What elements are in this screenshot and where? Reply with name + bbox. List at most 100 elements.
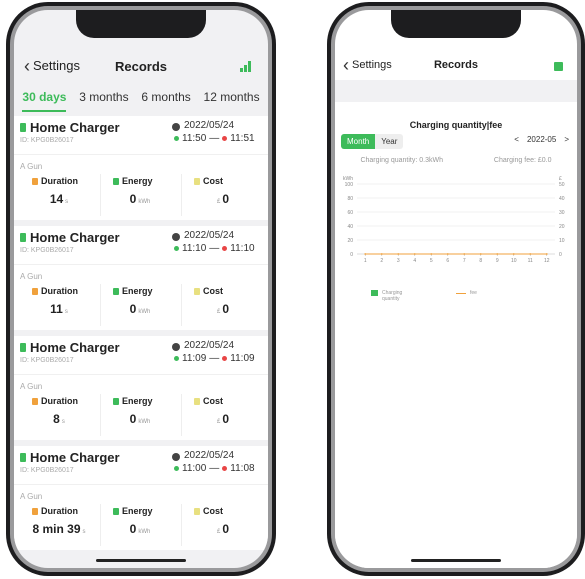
energy-number: 0 [129,522,137,536]
energy-stat: Energy 0 kWh [100,394,181,436]
next-month-button[interactable]: > [564,135,569,144]
period-tabs: 30 days 3 months 6 months 12 months [14,86,268,112]
tab-3-months[interactable]: 3 months [79,86,128,112]
charger-name: Home Charger [30,120,120,135]
energy-unit: kWh [138,529,151,535]
start-time: 11:09 [182,353,207,364]
x-tick-label: 1 [364,258,367,264]
cost-text: Cost [203,286,223,296]
grid-icon[interactable] [554,62,563,71]
selected-month: 2022-05 [526,135,557,144]
phone-right: ‹ Settings Records Charging quantity|fee… [327,2,585,576]
back-button[interactable]: ‹ Settings [24,57,80,75]
record-card[interactable]: Home Charger ID: KPG0B26017 2022/05/24 11:1… [14,226,268,330]
currency-symbol: £ [216,199,221,205]
y-left-tick-label: 0 [350,252,353,258]
bar-chart-icon[interactable] [240,61,252,72]
duration-text: Duration [41,396,78,406]
home-indicator[interactable] [96,559,186,562]
back-button[interactable]: ‹ Settings [343,55,392,75]
energy-text: Energy [122,396,153,406]
y-left-tick-label: 40 [347,224,353,230]
chart-legend: Charging quantity fee [371,290,504,302]
stats-row: Duration 11 s Energy 0 kWh Cost £0 [20,284,262,326]
charger-id: ID: KPG0B26017 [20,137,74,144]
energy-value: 0 kWh [101,302,181,316]
duration-number: 11 [50,302,63,316]
x-tick-label: 10 [511,258,517,264]
duration-stat: Duration 8 min 39 s [20,504,100,546]
home-indicator[interactable] [411,559,501,562]
chevron-left-icon: ‹ [343,55,349,75]
currency-symbol: £ [216,419,221,425]
arrow-separator: — [209,133,220,144]
cost-text: Cost [203,506,223,516]
y-left-tick-label: 80 [347,196,353,202]
duration-label: Duration [32,286,78,296]
duration-unit: s [64,309,68,315]
cost-label: Cost [194,286,223,296]
y-left-tick-label: 60 [347,210,353,216]
cost-label: Cost [194,506,223,516]
battery-icon [113,287,119,295]
record-card[interactable]: Home Charger ID: KPG0B26017 2022/05/24 11:0… [14,336,268,440]
tab-12-months[interactable]: 12 months [204,86,260,112]
duration-label: Duration [32,506,78,516]
coin-icon [194,507,200,515]
tab-30-days[interactable]: 30 days [22,86,67,112]
prev-month-button[interactable]: < [514,135,519,144]
nav-bar: ‹ Settings Records [335,54,577,80]
duration-stat: Duration 11 s [20,284,100,326]
energy-label: Energy [113,176,153,186]
record-date: 2022/05/24 [184,450,235,461]
phone-left: ‹ Settings Records 30 days 3 months 6 mo… [6,2,276,576]
energy-label: Energy [113,506,153,516]
y-right-tick-label: 30 [559,210,565,216]
tab-6-months[interactable]: 6 months [141,86,190,112]
segment-year[interactable]: Year [375,134,404,149]
currency-symbol: £ [216,309,221,315]
record-card[interactable]: Home Charger ID: KPG0B26017 2022/05/24 11:5… [14,116,268,220]
segment-month[interactable]: Month [341,134,376,149]
chart-title: Charging quantity|fee [409,120,503,130]
battery-icon [113,507,119,515]
charging-chart: kWh £020406080100010203040501 2 3 4 5 6 7 8 9 10 11… [343,176,565,264]
end-time: 11:08 [230,463,255,474]
plug-icon [20,123,26,132]
end-dot [222,356,228,361]
duration-value: 8s [20,412,100,426]
back-label: Settings [33,58,80,73]
y-right-tick-label: 0 [559,252,562,258]
duration-unit: s [65,199,69,205]
x-tick-label: 11 [528,258,533,264]
hourglass-icon [32,287,38,295]
duration-number: 8 [53,412,60,426]
energy-stat: Energy 0 kWh [100,284,181,326]
charger-name: Home Charger [30,340,120,355]
end-dot [222,466,228,471]
legend-fee-label: fee [470,290,477,296]
y-left-tick-label: 20 [347,238,353,244]
y-right-tick-label: 40 [559,196,565,202]
energy-value: 0 kWh [101,412,181,426]
arrow-separator: — [209,243,220,254]
coin-icon [194,397,200,405]
clock-icon [172,123,180,131]
legend-fee: fee [456,290,504,302]
nav-bar: ‹ Settings Records [14,54,268,80]
duration-stat: Duration 14 s [20,174,100,216]
stats-row: Duration 14 s Energy 0 kWh Cost £0 [20,174,262,216]
duration-value: 14 s [20,192,100,206]
y-right-tick-label: 20 [559,224,565,230]
cost-stat: Cost £0 [181,504,262,546]
phone-screen: ‹ Settings Records 30 days 3 months 6 mo… [14,10,268,568]
gun-label: A Gun [20,272,43,281]
coin-icon [194,177,200,185]
clock-icon [172,453,180,461]
energy-value: 0 kWh [101,522,181,536]
x-tick-label: 3 [397,258,400,264]
energy-unit: kWh [138,309,151,315]
legend-quantity-label: Charging quantity [382,290,403,302]
chart-panel: Charging quantity|fee Month Year < 2022-… [335,80,577,568]
record-card[interactable]: Home Charger ID: KPG0B26017 2022/05/24 11:0… [14,446,268,550]
